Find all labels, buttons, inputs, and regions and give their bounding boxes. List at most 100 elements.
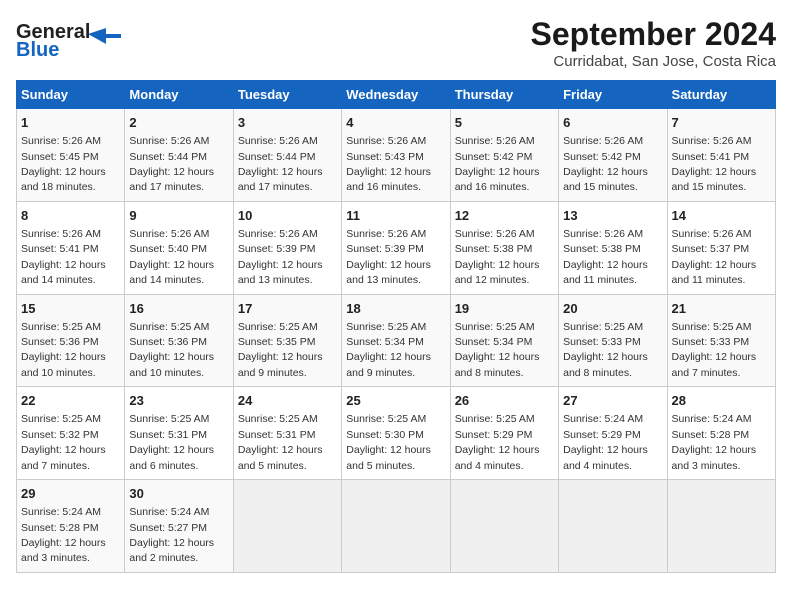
day-number: 14: [672, 207, 771, 225]
day-info: Sunrise: 5:25 AM Sunset: 5:29 PM Dayligh…: [455, 413, 540, 471]
day-number: 24: [238, 392, 337, 410]
header-friday: Friday: [559, 81, 667, 109]
day-info: Sunrise: 5:24 AM Sunset: 5:28 PM Dayligh…: [21, 506, 106, 564]
day-number: 8: [21, 207, 120, 225]
day-cell: 25 Sunrise: 5:25 AM Sunset: 5:30 PM Dayli…: [342, 387, 450, 480]
day-info: Sunrise: 5:25 AM Sunset: 5:34 PM Dayligh…: [346, 321, 431, 379]
day-number: 18: [346, 300, 445, 318]
week-row-5: 29 Sunrise: 5:24 AM Sunset: 5:28 PM Dayli…: [17, 480, 776, 573]
day-info: Sunrise: 5:26 AM Sunset: 5:44 PM Dayligh…: [238, 135, 323, 193]
day-cell: 13Sunrise: 5:26 AM Sunset: 5:38 PM Dayli…: [559, 201, 667, 294]
week-row-4: 22 Sunrise: 5:25 AM Sunset: 5:32 PM Dayli…: [17, 387, 776, 480]
day-cell: 23Sunrise: 5:25 AM Sunset: 5:31 PM Dayli…: [125, 387, 233, 480]
day-number: 9: [129, 207, 228, 225]
day-cell: [667, 480, 775, 573]
day-cell: 16 Sunrise: 5:25 AM Sunset: 5:36 PM Dayli…: [125, 294, 233, 387]
day-info: Sunrise: 5:25 AM Sunset: 5:36 PM Dayligh…: [21, 321, 106, 379]
header-monday: Monday: [125, 81, 233, 109]
day-info: Sunrise: 5:24 AM Sunset: 5:29 PM Dayligh…: [563, 413, 648, 471]
day-number: 26: [455, 392, 554, 410]
day-info: Sunrise: 5:25 AM Sunset: 5:31 PM Dayligh…: [238, 413, 323, 471]
day-info: Sunrise: 5:26 AM Sunset: 5:39 PM Dayligh…: [346, 228, 431, 286]
day-cell: [233, 480, 341, 573]
day-info: Sunrise: 5:26 AM Sunset: 5:42 PM Dayligh…: [455, 135, 540, 193]
day-number: 23: [129, 392, 228, 410]
day-number: 7: [672, 114, 771, 132]
day-number: 3: [238, 114, 337, 132]
day-cell: 7 Sunrise: 5:26 AM Sunset: 5:41 PM Daylig…: [667, 109, 775, 202]
day-number: 29: [21, 485, 120, 503]
day-number: 19: [455, 300, 554, 318]
title-block: September 2024 Curridabat, San Jose, Cos…: [531, 16, 776, 70]
week-row-2: 8Sunrise: 5:26 AM Sunset: 5:41 PM Daylig…: [17, 201, 776, 294]
day-number: 17: [238, 300, 337, 318]
logo: General Blue: [16, 16, 136, 61]
week-row-1: 1 Sunrise: 5:26 AM Sunset: 5:45 PM Daylig…: [17, 109, 776, 202]
day-cell: 26 Sunrise: 5:25 AM Sunset: 5:29 PM Dayli…: [450, 387, 558, 480]
day-cell: 3 Sunrise: 5:26 AM Sunset: 5:44 PM Daylig…: [233, 109, 341, 202]
day-cell: 22 Sunrise: 5:25 AM Sunset: 5:32 PM Dayli…: [17, 387, 125, 480]
day-number: 12: [455, 207, 554, 225]
day-number: 21: [672, 300, 771, 318]
header-thursday: Thursday: [450, 81, 558, 109]
day-info: Sunrise: 5:26 AM Sunset: 5:37 PM Dayligh…: [672, 228, 757, 286]
day-info: Sunrise: 5:24 AM Sunset: 5:28 PM Dayligh…: [672, 413, 757, 471]
day-cell: 30 Sunrise: 5:24 AM Sunset: 5:27 PM Dayli…: [125, 480, 233, 573]
day-info: Sunrise: 5:25 AM Sunset: 5:30 PM Dayligh…: [346, 413, 431, 471]
day-info: Sunrise: 5:24 AM Sunset: 5:27 PM Dayligh…: [129, 506, 214, 564]
day-number: 11: [346, 207, 445, 225]
day-number: 10: [238, 207, 337, 225]
day-info: Sunrise: 5:26 AM Sunset: 5:39 PM Dayligh…: [238, 228, 323, 286]
day-number: 25: [346, 392, 445, 410]
day-number: 27: [563, 392, 662, 410]
day-number: 30: [129, 485, 228, 503]
day-info: Sunrise: 5:26 AM Sunset: 5:45 PM Dayligh…: [21, 135, 106, 193]
day-cell: 20 Sunrise: 5:25 AM Sunset: 5:33 PM Dayli…: [559, 294, 667, 387]
day-cell: 29 Sunrise: 5:24 AM Sunset: 5:28 PM Dayli…: [17, 480, 125, 573]
day-info: Sunrise: 5:26 AM Sunset: 5:41 PM Dayligh…: [672, 135, 757, 193]
day-cell: [342, 480, 450, 573]
day-cell: 5Sunrise: 5:26 AM Sunset: 5:42 PM Daylig…: [450, 109, 558, 202]
location-title: Curridabat, San Jose, Costa Rica: [531, 53, 776, 70]
day-cell: 10 Sunrise: 5:26 AM Sunset: 5:39 PM Dayli…: [233, 201, 341, 294]
calendar-table: SundayMondayTuesdayWednesdayThursdayFrid…: [16, 80, 776, 573]
header-wednesday: Wednesday: [342, 81, 450, 109]
day-number: 1: [21, 114, 120, 132]
day-number: 22: [21, 392, 120, 410]
day-cell: 27 Sunrise: 5:24 AM Sunset: 5:29 PM Dayli…: [559, 387, 667, 480]
header-sunday: Sunday: [17, 81, 125, 109]
day-cell: 28Sunrise: 5:24 AM Sunset: 5:28 PM Dayli…: [667, 387, 775, 480]
day-info: Sunrise: 5:25 AM Sunset: 5:36 PM Dayligh…: [129, 321, 214, 379]
day-cell: 11 Sunrise: 5:26 AM Sunset: 5:39 PM Dayli…: [342, 201, 450, 294]
day-info: Sunrise: 5:26 AM Sunset: 5:43 PM Dayligh…: [346, 135, 431, 193]
day-cell: 18 Sunrise: 5:25 AM Sunset: 5:34 PM Dayli…: [342, 294, 450, 387]
day-number: 4: [346, 114, 445, 132]
header-saturday: Saturday: [667, 81, 775, 109]
day-info: Sunrise: 5:26 AM Sunset: 5:42 PM Dayligh…: [563, 135, 648, 193]
day-cell: 4 Sunrise: 5:26 AM Sunset: 5:43 PM Daylig…: [342, 109, 450, 202]
month-title: September 2024: [531, 16, 776, 53]
day-number: 16: [129, 300, 228, 318]
day-cell: [450, 480, 558, 573]
day-info: Sunrise: 5:26 AM Sunset: 5:44 PM Dayligh…: [129, 135, 214, 193]
day-number: 6: [563, 114, 662, 132]
day-cell: 24 Sunrise: 5:25 AM Sunset: 5:31 PM Dayli…: [233, 387, 341, 480]
day-number: 15: [21, 300, 120, 318]
day-cell: 2Sunrise: 5:26 AM Sunset: 5:44 PM Daylig…: [125, 109, 233, 202]
header-tuesday: Tuesday: [233, 81, 341, 109]
day-number: 13: [563, 207, 662, 225]
day-cell: 21 Sunrise: 5:25 AM Sunset: 5:33 PM Dayli…: [667, 294, 775, 387]
day-cell: [559, 480, 667, 573]
day-cell: 8Sunrise: 5:26 AM Sunset: 5:41 PM Daylig…: [17, 201, 125, 294]
day-cell: 6 Sunrise: 5:26 AM Sunset: 5:42 PM Daylig…: [559, 109, 667, 202]
day-cell: 1 Sunrise: 5:26 AM Sunset: 5:45 PM Daylig…: [17, 109, 125, 202]
day-number: 20: [563, 300, 662, 318]
day-info: Sunrise: 5:25 AM Sunset: 5:33 PM Dayligh…: [672, 321, 757, 379]
day-info: Sunrise: 5:25 AM Sunset: 5:32 PM Dayligh…: [21, 413, 106, 471]
day-info: Sunrise: 5:25 AM Sunset: 5:33 PM Dayligh…: [563, 321, 648, 379]
svg-text:Blue: Blue: [16, 39, 59, 61]
day-info: Sunrise: 5:25 AM Sunset: 5:35 PM Dayligh…: [238, 321, 323, 379]
day-info: Sunrise: 5:25 AM Sunset: 5:34 PM Dayligh…: [455, 321, 540, 379]
day-cell: 14 Sunrise: 5:26 AM Sunset: 5:37 PM Dayli…: [667, 201, 775, 294]
day-cell: 9Sunrise: 5:26 AM Sunset: 5:40 PM Daylig…: [125, 201, 233, 294]
